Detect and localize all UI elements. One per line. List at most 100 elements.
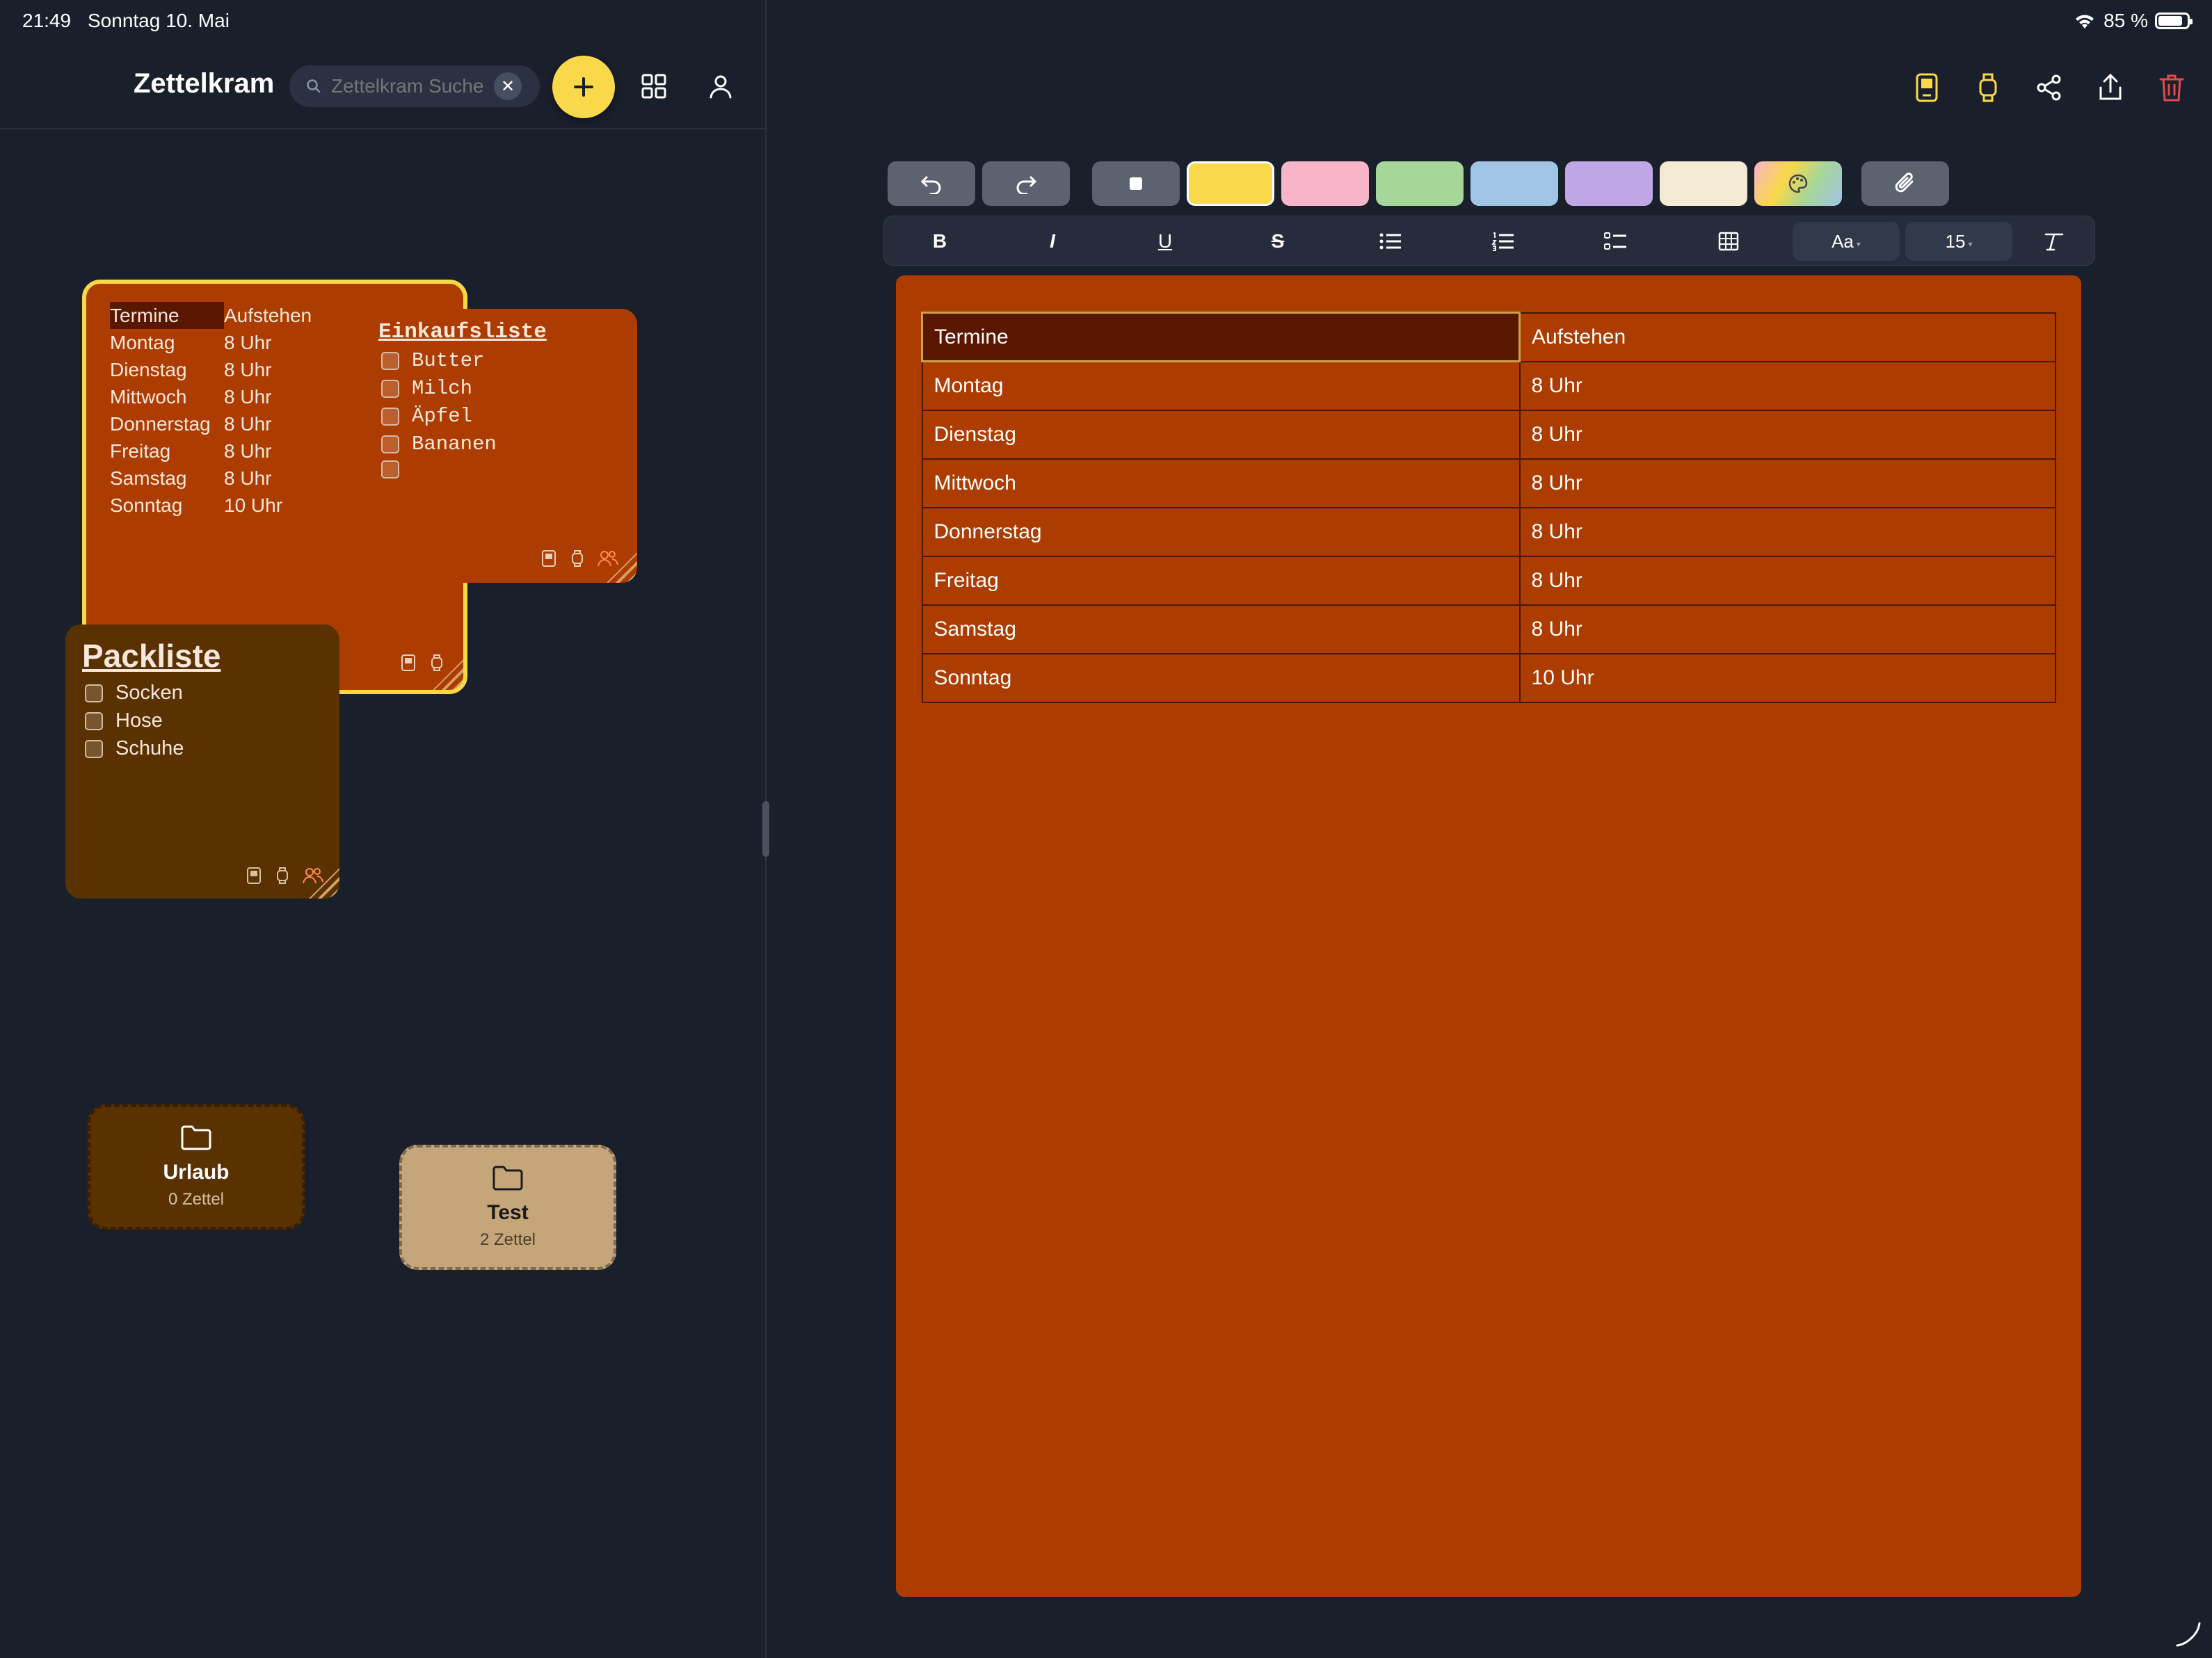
color-swatch-blue[interactable] — [1470, 161, 1558, 206]
checklist-button[interactable] — [1574, 216, 1658, 266]
table-cell[interactable]: 8 Uhr — [1518, 360, 2057, 411]
table-cell[interactable]: Donnerstag — [921, 506, 1521, 557]
table-cell[interactable]: 8 Uhr — [1518, 458, 2057, 508]
termine-table: Termine Aufstehen Montag 8 Uhr Dienstag 8 Uhr… — [110, 302, 314, 519]
table-row: Donnerstag 8 Uhr — [921, 506, 2057, 557]
color-swatch-green[interactable] — [1376, 161, 1464, 206]
termine-cell: 8 Uhr — [224, 358, 272, 380]
split-drag-handle[interactable] — [762, 801, 769, 857]
table-cell[interactable]: Mittwoch — [921, 458, 1521, 508]
note-editor[interactable]: Termine Aufstehen Montag 8 Uhr Dienstag 8 Uhr… — [896, 275, 2081, 1597]
checklist-item[interactable]: Bananen — [381, 433, 497, 456]
font-size-label: 15 — [1945, 230, 1966, 252]
table-cell[interactable]: 8 Uhr — [1518, 604, 2057, 654]
checklist-item[interactable]: Milch — [381, 377, 472, 400]
strikethrough-button[interactable]: S — [1236, 216, 1320, 266]
checklist-item[interactable] — [381, 460, 412, 478]
termine-row: Donnerstag 8 Uhr — [110, 410, 314, 437]
italic-button[interactable]: I — [1011, 216, 1094, 266]
export-button[interactable] — [2090, 67, 2131, 108]
termine-cell: 8 Uhr — [224, 440, 272, 462]
checkbox[interactable] — [85, 711, 103, 730]
checklist-item[interactable]: Schuhe — [85, 737, 184, 760]
color-picker-custom[interactable] — [1754, 161, 1842, 206]
checkbox[interactable] — [381, 460, 399, 478]
termine-row: Freitag 8 Uhr — [110, 437, 314, 465]
watch-icon — [430, 654, 444, 672]
search-bar: ✕ — [289, 65, 540, 107]
termine-row: Mittwoch 8 Uhr — [110, 383, 314, 410]
search-clear-button[interactable]: ✕ — [494, 72, 522, 100]
termine-cell: 8 Uhr — [224, 385, 272, 408]
checkbox[interactable] — [381, 351, 399, 370]
delete-button[interactable] — [2151, 67, 2193, 108]
underline-button[interactable]: U — [1123, 216, 1207, 266]
profile-button[interactable] — [700, 65, 742, 107]
checklist-icon — [1604, 232, 1628, 251]
checkbox[interactable] — [85, 739, 103, 758]
grid-icon — [640, 72, 668, 100]
search-input[interactable] — [331, 75, 484, 97]
table-cell[interactable]: 8 Uhr — [1518, 506, 2057, 557]
color-swatch-pink[interactable] — [1281, 161, 1369, 206]
table-cell[interactable]: Termine — [920, 312, 1521, 362]
table-row: Dienstag 8 Uhr — [921, 409, 2057, 460]
bold-button[interactable]: B — [898, 216, 981, 266]
checklist-item[interactable]: Butter — [381, 349, 484, 372]
redo-button[interactable] — [982, 161, 1070, 206]
undo-icon — [920, 173, 943, 194]
color-swatch-default[interactable] — [1092, 161, 1180, 206]
table-row: Termine Aufstehen — [920, 312, 2057, 362]
table-cell[interactable]: 8 Uhr — [1518, 555, 2057, 606]
numbered-list-button[interactable] — [1461, 216, 1545, 266]
battery-icon — [2155, 13, 2193, 29]
grid-view-button[interactable] — [633, 65, 675, 107]
checkbox[interactable] — [381, 407, 399, 426]
checkbox[interactable] — [381, 435, 399, 453]
editor-table[interactable]: Termine Aufstehen Montag 8 Uhr Dienstag 8 Uhr… — [920, 312, 2057, 703]
add-note-button[interactable] — [552, 56, 615, 118]
bullet-list-button[interactable] — [1349, 216, 1432, 266]
font-size-button[interactable]: 15 ▾ — [1905, 222, 2012, 261]
folder-test[interactable]: Test 2 Zettel — [399, 1145, 616, 1270]
font-style-button[interactable]: Aa ▾ — [1793, 222, 1900, 261]
share-button[interactable] — [2028, 67, 2070, 108]
checkbox[interactable] — [381, 379, 399, 398]
folder-count: 2 Zettel — [479, 1230, 536, 1249]
checklist-item-label: Socken — [115, 682, 183, 704]
checklist-item-label: Hose — [115, 709, 163, 732]
status-time: 21:49 — [22, 10, 72, 31]
table-cell[interactable]: Sonntag — [921, 652, 1521, 703]
table-cell[interactable]: 8 Uhr — [1518, 409, 2057, 460]
status-date: Sonntag 10. Mai — [88, 10, 230, 31]
note-pack-icons — [245, 867, 324, 885]
folder-urlaub[interactable]: Urlaub 0 Zettel — [88, 1104, 305, 1230]
note-einkaufsliste[interactable]: Einkaufsliste Butter Milch Äpfel Bananen — [363, 309, 637, 583]
note-title: Einkaufsliste — [378, 320, 547, 344]
undo-button[interactable] — [888, 161, 975, 206]
table-cell[interactable]: Montag — [921, 360, 1521, 411]
termine-row: Sonntag 10 Uhr — [110, 492, 314, 519]
table-button[interactable] — [1687, 216, 1770, 266]
color-swatch-yellow[interactable] — [1187, 161, 1274, 206]
checkbox[interactable] — [85, 684, 103, 702]
color-swatch-cream[interactable] — [1660, 161, 1747, 206]
attach-button[interactable] — [1861, 161, 1949, 206]
note-packliste[interactable]: Packliste Socken Hose Schuhe — [65, 625, 339, 899]
table-cell[interactable]: Dienstag — [921, 409, 1521, 460]
ipad-sync-toggle[interactable] — [1906, 67, 1948, 108]
color-swatch-purple[interactable] — [1565, 161, 1653, 206]
table-cell[interactable]: 10 Uhr — [1518, 652, 2057, 703]
clear-format-button[interactable] — [2019, 216, 2089, 266]
termine-cell: Termine — [110, 302, 224, 329]
checklist-item[interactable]: Hose — [85, 709, 163, 732]
checklist-item-label: Butter — [412, 349, 485, 372]
checklist-item[interactable]: Äpfel — [381, 405, 472, 428]
table-cell[interactable]: Aufstehen — [1518, 312, 2057, 362]
table-cell[interactable]: Samstag — [921, 604, 1521, 654]
table-row: Sonntag 10 Uhr — [921, 652, 2057, 703]
checklist-item[interactable]: Socken — [85, 682, 183, 705]
folder-name: Test — [487, 1201, 529, 1224]
table-cell[interactable]: Freitag — [921, 555, 1521, 606]
watch-sync-toggle[interactable] — [1967, 67, 2009, 108]
